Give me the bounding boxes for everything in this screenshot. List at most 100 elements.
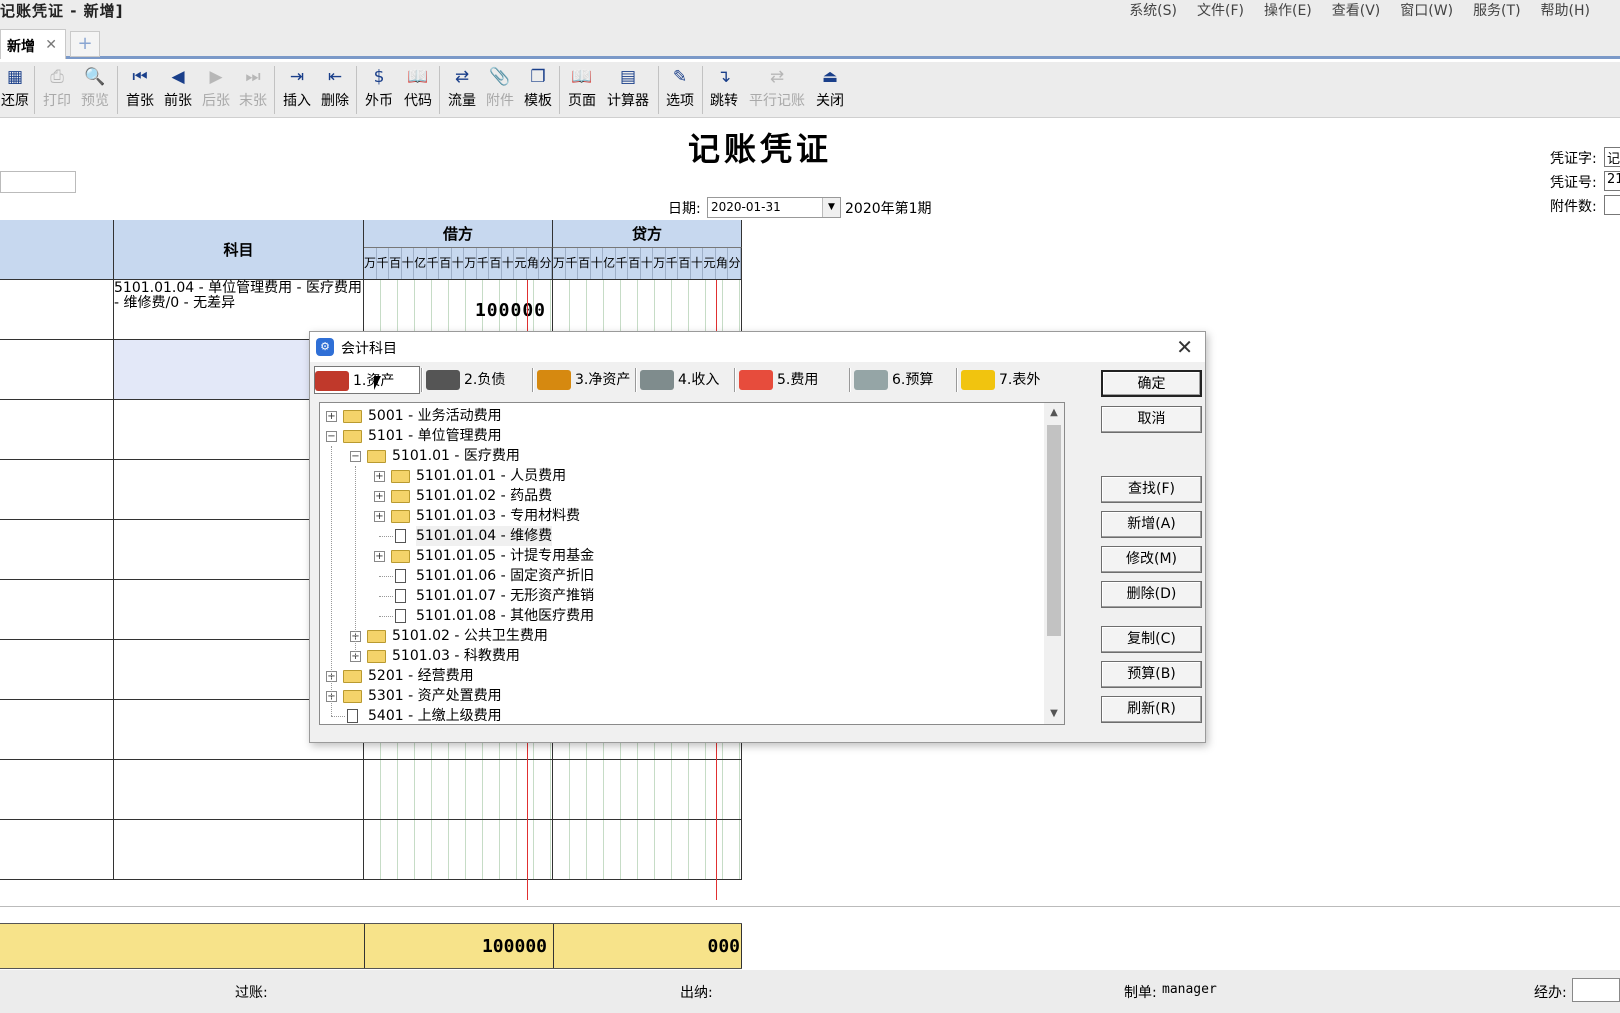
scroll-thumb[interactable] (1047, 425, 1061, 636)
jump-button[interactable]: ↴ 跳转 (708, 64, 740, 114)
template-button[interactable]: ❐ 模板 (522, 64, 554, 114)
summary-cell[interactable] (0, 400, 114, 459)
menu-file[interactable]: 文件(F) (1197, 0, 1244, 20)
handler-input[interactable] (1572, 978, 1620, 1002)
cancel-button[interactable]: 取消 (1101, 406, 1202, 433)
tree-node[interactable]: +5201 - 经营费用 (326, 666, 1020, 686)
menu-view[interactable]: 查看(V) (1332, 0, 1381, 20)
menu-system[interactable]: 系统(S) (1129, 0, 1177, 20)
expand-icon[interactable]: + (374, 471, 385, 482)
refresh-button[interactable]: 刷新(R) (1101, 696, 1202, 723)
collapse-icon[interactable]: − (350, 451, 361, 462)
delete-row-button[interactable]: ⇤ 删除 (319, 64, 351, 114)
tab-hand[interactable]: 7.表外 (961, 366, 1073, 394)
scroll-down-icon[interactable]: ▼ (1044, 704, 1064, 724)
voucher-row[interactable] (0, 760, 742, 820)
debit-cell[interactable] (364, 760, 553, 819)
prev-voucher-button[interactable]: ◀ 前张 (162, 64, 194, 114)
tree-node[interactable]: +5101.01.01 - 人员费用 (374, 466, 1020, 486)
ok-button[interactable]: 确定 (1101, 370, 1202, 397)
dialog-titlebar[interactable]: ⚙ 会计科目 ✕ (310, 332, 1205, 362)
tree-scrollbar[interactable]: ▲ ▼ (1044, 403, 1064, 724)
new-tab-button[interactable]: + (70, 31, 100, 57)
attachment-count-field[interactable] (1604, 195, 1620, 215)
tree-node[interactable]: +5301 - 资产处置费用 (326, 686, 1020, 706)
tree-node[interactable]: +5101.01.03 - 专用材料费 (374, 506, 1020, 526)
summary-cell[interactable] (0, 760, 114, 819)
tab-apple[interactable]: 5.费用 (739, 366, 847, 394)
menu-operate[interactable]: 操作(E) (1264, 0, 1312, 20)
options-button[interactable]: ✎ 选项 (664, 64, 696, 114)
summary-input[interactable] (0, 171, 76, 193)
subject-cell[interactable] (114, 760, 364, 819)
credit-cell[interactable] (553, 820, 742, 879)
delete-button[interactable]: 删除(D) (1101, 581, 1202, 608)
first-voucher-button[interactable]: ⏮ 首张 (124, 64, 156, 114)
chevron-down-icon[interactable]: ▼ (822, 198, 840, 217)
foreign-currency-button[interactable]: $ 外币 (363, 64, 395, 114)
tree-node[interactable]: +5101.03 - 科教费用 (350, 646, 1020, 666)
close-icon[interactable]: ✕ (1176, 335, 1193, 359)
tree-node[interactable]: +5001 - 业务活动费用 (326, 406, 1020, 426)
add-button[interactable]: 新增(A) (1101, 511, 1202, 538)
credit-cell[interactable] (553, 760, 742, 819)
find-button[interactable]: 查找(F) (1101, 476, 1202, 503)
tree-node[interactable]: +5101.02 - 公共卫生费用 (350, 626, 1020, 646)
date-picker[interactable]: 2020-01-31 ▼ (707, 197, 841, 218)
tree-node[interactable]: 5101.01.04 - 维修费 (374, 526, 1020, 546)
summary-cell[interactable] (0, 580, 114, 639)
summary-cell[interactable] (0, 460, 114, 519)
preview-button[interactable]: 🔍 预览 (79, 64, 111, 114)
voucher-number-field[interactable]: 21 (1604, 171, 1620, 191)
tree-node[interactable]: +5101.01.05 - 计提专用基金 (374, 546, 1020, 566)
budget-button[interactable]: 预算(B) (1101, 661, 1202, 688)
tab-ledger[interactable]: 2.负债 (426, 366, 528, 394)
summary-cell[interactable] (0, 640, 114, 699)
page-button[interactable]: 📖 页面 (566, 64, 598, 114)
summary-cell[interactable] (0, 820, 114, 879)
tab-receipt[interactable]: 4.收入 (640, 366, 732, 394)
voucher-word-field[interactable]: 记 (1604, 147, 1620, 167)
attachment-button[interactable]: 📎 附件 (484, 64, 516, 114)
tab-car[interactable]: 1.资产 (314, 366, 420, 394)
code-button[interactable]: 📖 代码 (402, 64, 434, 114)
tree-node[interactable]: 5401 - 上缴上级费用 (326, 706, 1020, 724)
print-button[interactable]: ⎙ 打印 (41, 64, 73, 114)
debit-cell[interactable] (364, 820, 553, 879)
insert-row-button[interactable]: ⇥ 插入 (281, 64, 313, 114)
cash-flow-button[interactable]: ⇄ 流量 (446, 64, 478, 114)
summary-cell[interactable] (0, 280, 114, 339)
menu-help[interactable]: 帮助(H) (1541, 0, 1590, 20)
summary-cell[interactable] (0, 520, 114, 579)
collapse-icon[interactable]: − (326, 431, 337, 442)
tab-faucet[interactable]: 6.预算 (854, 366, 954, 394)
expand-icon[interactable]: + (374, 491, 385, 502)
tree-node[interactable]: +5101.01.02 - 药品费 (374, 486, 1020, 506)
expand-icon[interactable]: + (326, 411, 337, 422)
tree-node[interactable]: 5101.01.08 - 其他医疗费用 (374, 606, 1020, 626)
modify-button[interactable]: 修改(M) (1101, 546, 1202, 573)
tab-coins[interactable]: 3.净资产 (537, 366, 636, 394)
copy-button[interactable]: 复制(C) (1101, 626, 1202, 653)
menu-window[interactable]: 窗口(W) (1400, 0, 1453, 20)
summary-cell[interactable] (0, 700, 114, 759)
parallel-posting-button[interactable]: ⇄ 平行记账 (746, 64, 808, 114)
subject-cell[interactable] (114, 820, 364, 879)
summary-cell[interactable] (0, 340, 114, 399)
voucher-row[interactable] (0, 820, 742, 880)
expand-icon[interactable]: + (374, 551, 385, 562)
close-tab-icon[interactable]: ✕ (45, 37, 57, 53)
next-voucher-button[interactable]: ▶ 后张 (200, 64, 232, 114)
tree-node[interactable]: − 5101.01 - 医疗费用 (350, 446, 1020, 466)
tree-node[interactable]: 5101.01.07 - 无形资产推销 (374, 586, 1020, 606)
expand-icon[interactable]: + (374, 511, 385, 522)
restore-button[interactable]: ▦ 还原 (0, 64, 30, 114)
tree-node[interactable]: 5101.01.06 - 固定资产折旧 (374, 566, 1020, 586)
tree-node[interactable]: − 5101 - 单位管理费用 (326, 426, 1020, 446)
last-voucher-button[interactable]: ⏭ 末张 (237, 64, 269, 114)
calculator-button[interactable]: ▤ 计算器 (604, 64, 652, 114)
close-voucher-button[interactable]: ⏏ 关闭 (814, 64, 846, 114)
account-tree[interactable]: +5001 - 业务活动费用 −5101 - 单位管理费用 −5101.01 - 医… (319, 402, 1065, 725)
tab-new-voucher[interactable]: 新增 ✕ (0, 29, 66, 59)
menu-service[interactable]: 服务(T) (1473, 0, 1520, 20)
